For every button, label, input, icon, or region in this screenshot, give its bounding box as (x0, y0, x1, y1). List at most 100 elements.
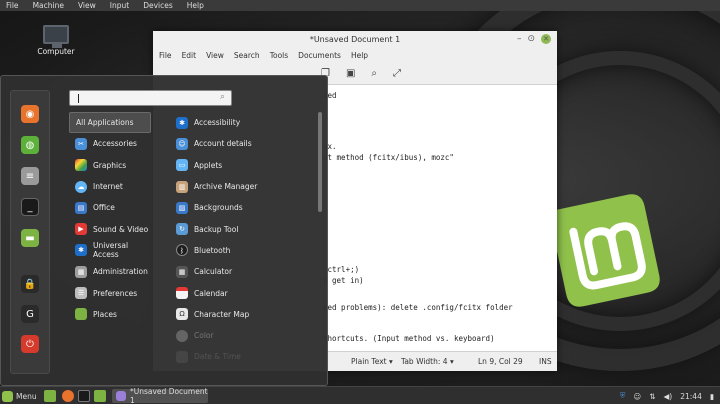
archive-icon: ▥ (176, 180, 188, 193)
category-universal-access[interactable]: ✱ Universal Access (69, 240, 151, 261)
text-line: shortcuts. (Input method vs. keyboard) (323, 334, 495, 343)
category-label: Graphics (93, 160, 127, 170)
menu-search-input[interactable]: ⌕ (69, 90, 232, 106)
vm-menu-machine[interactable]: Machine (33, 0, 64, 11)
minimize-icon[interactable]: – (517, 34, 522, 44)
taskbar-window-label: *Unsaved Document 1 (130, 387, 208, 404)
app-list-scrollbar[interactable] (318, 112, 322, 212)
fav-firefox-icon[interactable]: ◉ (21, 105, 39, 123)
lock-icon[interactable]: 🔒 (21, 275, 39, 293)
app-character-map[interactable]: Ω Character Map (176, 304, 316, 325)
app-label: Bluetooth (194, 245, 231, 255)
backgrounds-icon: ▨ (176, 201, 188, 214)
app-applets[interactable]: ▭ Applets (176, 155, 316, 176)
close-icon[interactable]: ✕ (541, 34, 551, 44)
cursor-position: Ln 9, Col 29 (478, 357, 523, 366)
text-line: ced problems): delete .config/fcitx fold… (323, 303, 513, 312)
editor-menu-file[interactable]: File (159, 51, 172, 60)
vm-menu-devices[interactable]: Devices (143, 0, 173, 11)
app-backgrounds[interactable]: ▨ Backgrounds (176, 197, 316, 218)
vm-menu-view[interactable]: View (78, 0, 96, 11)
vm-menu-input[interactable]: Input (110, 0, 129, 11)
text-editor-icon (116, 391, 126, 401)
fav-software-manager-icon[interactable]: ◍ (21, 136, 39, 154)
category-accessories[interactable]: ✂ Accessories (69, 133, 151, 154)
search-icon[interactable]: ⌕ (371, 68, 377, 79)
editor-menu-view[interactable]: View (206, 51, 224, 60)
app-date-time[interactable]: Date & Time (176, 346, 316, 367)
replace-icon[interactable]: ⤢ (393, 68, 401, 79)
category-office[interactable]: ▤ Office (69, 197, 151, 218)
editor-title: *Unsaved Document 1 (309, 35, 401, 44)
power-icon[interactable]: ⏻ (21, 335, 39, 353)
editor-menu-tools[interactable]: Tools (270, 51, 288, 60)
shield-icon[interactable]: ⛨ (620, 391, 626, 401)
fav-settings-icon[interactable]: ≡ (21, 167, 39, 185)
logout-icon[interactable]: G (21, 305, 39, 323)
vm-menu-file[interactable]: File (6, 0, 19, 11)
app-label: Backgrounds (194, 203, 243, 213)
monitor-icon (43, 25, 69, 48)
category-internet[interactable]: ☁ Internet (69, 176, 151, 197)
user-icon[interactable]: ☺ (633, 392, 641, 401)
menu-button[interactable]: Menu (2, 389, 37, 403)
vm-menu-help[interactable]: Help (187, 0, 204, 11)
office-icon: ▤ (75, 201, 87, 214)
app-bluetooth[interactable]: ᛒ Bluetooth (176, 240, 316, 261)
category-label: Universal Access (93, 241, 129, 260)
application-menu: ◉ ◍ ≡ _ ▬ 🔒 G ⏻ ⌕ All Applications ✂ Acce… (0, 75, 328, 386)
app-archive-manager[interactable]: ▥ Archive Manager (176, 176, 316, 197)
app-label: Applets (194, 160, 223, 170)
tab-width-selector[interactable]: Tab Width: 4 ▾ (401, 357, 454, 366)
editor-titlebar[interactable]: *Unsaved Document 1 – ⊙ ✕ (153, 31, 557, 48)
character-map-icon: Ω (176, 308, 188, 321)
editor-menu-documents[interactable]: Documents (298, 51, 341, 60)
category-graphics[interactable]: Graphics (69, 155, 151, 176)
taskbar-window-button[interactable]: *Unsaved Document 1 (112, 387, 208, 404)
app-calendar[interactable]: Calendar (176, 282, 316, 303)
category-label: Administration (93, 267, 148, 277)
launcher-folder-icon[interactable] (94, 390, 106, 402)
category-label: Places (93, 309, 117, 319)
app-label: Character Map (194, 309, 250, 319)
applets-icon: ▭ (176, 159, 188, 172)
internet-icon: ☁ (75, 180, 87, 193)
search-icon: ⌕ (219, 92, 225, 102)
clock[interactable]: 21:44 (680, 392, 702, 401)
favorites-column: ◉ ◍ ≡ _ ▬ 🔒 G ⏻ (10, 90, 50, 374)
category-preferences[interactable]: ☰ Preferences (69, 282, 151, 303)
app-backup-tool[interactable]: ↻ Backup Tool (176, 218, 316, 239)
app-accessibility[interactable]: ✱ Accessibility (176, 112, 316, 133)
editor-menu-search[interactable]: Search (234, 51, 260, 60)
category-all-applications[interactable]: All Applications (69, 112, 151, 134)
menu-button-label: Menu (16, 391, 37, 401)
app-calculator[interactable]: ▦ Calculator (176, 261, 316, 282)
desktop-computer-icon[interactable]: Computer (34, 25, 78, 56)
editor-menu-edit[interactable]: Edit (182, 51, 197, 60)
mint-menu-icon (2, 390, 13, 402)
app-label: Calculator (194, 267, 233, 277)
launcher-firefox-icon[interactable] (62, 390, 74, 402)
launcher-terminal-icon[interactable] (78, 390, 90, 402)
universal-access-icon: ✱ (75, 244, 87, 257)
paste-icon[interactable]: ▣ (346, 68, 355, 79)
calendar-icon (176, 287, 188, 300)
network-icon[interactable]: ⇅ (649, 392, 655, 401)
editor-menu-help[interactable]: Help (351, 51, 368, 60)
category-administration[interactable]: ▦ Administration (69, 261, 151, 282)
desktop-show-icon[interactable]: ▮ (710, 392, 714, 401)
language-selector[interactable]: Plain Text ▾ (351, 357, 393, 366)
clock-icon (176, 350, 188, 363)
fav-files-icon[interactable]: ▬ (21, 229, 39, 247)
volume-icon[interactable]: ◀) (664, 392, 673, 401)
app-label: Backup Tool (194, 224, 239, 234)
app-color[interactable]: Color (176, 325, 316, 346)
app-label: Account details (194, 139, 252, 149)
app-account-details[interactable]: ☺ Account details (176, 133, 316, 154)
launcher-files-icon[interactable] (44, 390, 56, 402)
fav-terminal-icon[interactable]: _ (21, 198, 39, 216)
maximize-icon[interactable]: ⊙ (527, 34, 535, 44)
category-sound-video[interactable]: ▶ Sound & Video (69, 218, 151, 239)
backup-icon: ↻ (176, 223, 188, 236)
category-places[interactable]: Places (69, 304, 151, 325)
